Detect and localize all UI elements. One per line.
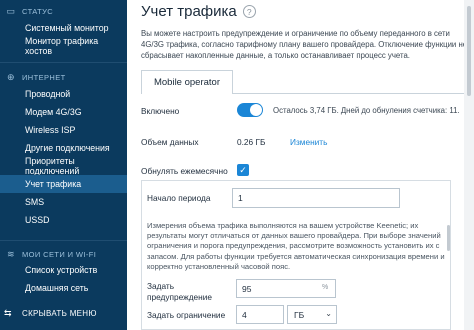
- page-title-text: Учет трафика: [141, 3, 237, 20]
- intro-text: Вы можете настроить предупреждение и огр…: [141, 29, 468, 60]
- internet-header-label: ИНТЕРНЕТ: [22, 72, 66, 82]
- page-scrollbar-thumb[interactable]: [467, 6, 471, 96]
- sidebar-item-traffic-accounting[interactable]: Учет трафика: [0, 175, 127, 193]
- reset-monthly-checkbox[interactable]: ✓: [237, 164, 249, 176]
- chevron-down-icon: ⌄: [325, 309, 332, 318]
- period-start-input[interactable]: [232, 188, 400, 208]
- help-icon[interactable]: ?: [242, 5, 256, 18]
- status-text: Осталось 3,74 ГБ. Дней до обнуления счет…: [273, 106, 460, 115]
- collapse-menu-button[interactable]: ⇆ СКРЫВАТЬ МЕНЮ: [0, 303, 127, 323]
- limit-unit-value: ГБ: [294, 309, 305, 320]
- sidebar-item-modem[interactable]: Модем 4G/3G: [0, 103, 127, 121]
- sidebar-item-wired[interactable]: Проводной: [0, 85, 127, 103]
- page-title: Учет трафика ?: [141, 3, 256, 20]
- percent-suffix: %: [322, 284, 329, 291]
- enabled-label: Включено: [141, 106, 180, 116]
- enabled-toggle[interactable]: [237, 103, 263, 117]
- warning-input[interactable]: [236, 279, 336, 298]
- sidebar-item-device-list[interactable]: Список устройств: [0, 261, 127, 279]
- inner-scrollbar[interactable]: [447, 225, 450, 251]
- internet-section-header: ⊕ ИНТЕРНЕТ: [0, 70, 127, 84]
- wifi-section-header: ≋ МОИ СЕТИ И WI-FI: [0, 247, 127, 261]
- sidebar-item-connection-priorities[interactable]: Приоритеты подключений: [0, 156, 127, 176]
- wifi-icon: ≋: [7, 248, 15, 259]
- sidebar-item-other-connections[interactable]: Другие подключения: [0, 139, 127, 157]
- divider: [0, 62, 127, 63]
- sidebar-item-home-network[interactable]: Домашняя сеть: [0, 279, 127, 297]
- tab-mobile-operator[interactable]: Mobile operator: [141, 70, 233, 94]
- status-section-header: ▭ СТАТУС: [0, 4, 127, 18]
- sidebar-item-host-traffic-monitor[interactable]: Монитор трафика хостов: [0, 36, 127, 56]
- wifi-header-label: МОИ СЕТИ И WI-FI: [22, 249, 97, 259]
- monitor-icon: ▭: [6, 5, 16, 16]
- change-link[interactable]: Изменить: [290, 137, 327, 147]
- divider: [0, 240, 127, 241]
- collapse-menu-label: СКРЫВАТЬ МЕНЮ: [22, 308, 97, 318]
- collapse-arrows-icon: ⇆: [4, 307, 12, 318]
- limit-label: Задать ограничение: [147, 310, 226, 320]
- globe-icon: ⊕: [7, 71, 15, 82]
- sidebar-item-wireless-isp[interactable]: Wireless ISP: [0, 121, 127, 139]
- status-header-label: СТАТУС: [22, 6, 54, 16]
- limit-unit-select[interactable]: ГБ ⌄: [287, 305, 337, 324]
- main-content: Учет трафика ? Вы можете настроить преду…: [127, 0, 474, 330]
- data-volume-value: 0.26 ГБ: [237, 137, 266, 147]
- period-start-label: Начало периода: [147, 193, 211, 203]
- tab-underline: [233, 93, 474, 94]
- checkmark-icon: ✓: [239, 164, 247, 175]
- sidebar: ▭ СТАТУС Системный монитор Монитор трафи…: [0, 0, 127, 330]
- sidebar-item-system-monitor[interactable]: Системный монитор: [0, 19, 127, 37]
- data-volume-label: Объем данных: [141, 137, 199, 147]
- sidebar-item-ussd[interactable]: USSD: [0, 211, 127, 229]
- reset-monthly-label: Обнулять ежемесячно: [141, 166, 228, 176]
- sidebar-item-sms[interactable]: SMS: [0, 193, 127, 211]
- limit-input[interactable]: [236, 305, 284, 324]
- warning-label: Задать предупреждение: [147, 281, 212, 302]
- info-note: Измерения объема трафика выполняются на …: [147, 221, 445, 271]
